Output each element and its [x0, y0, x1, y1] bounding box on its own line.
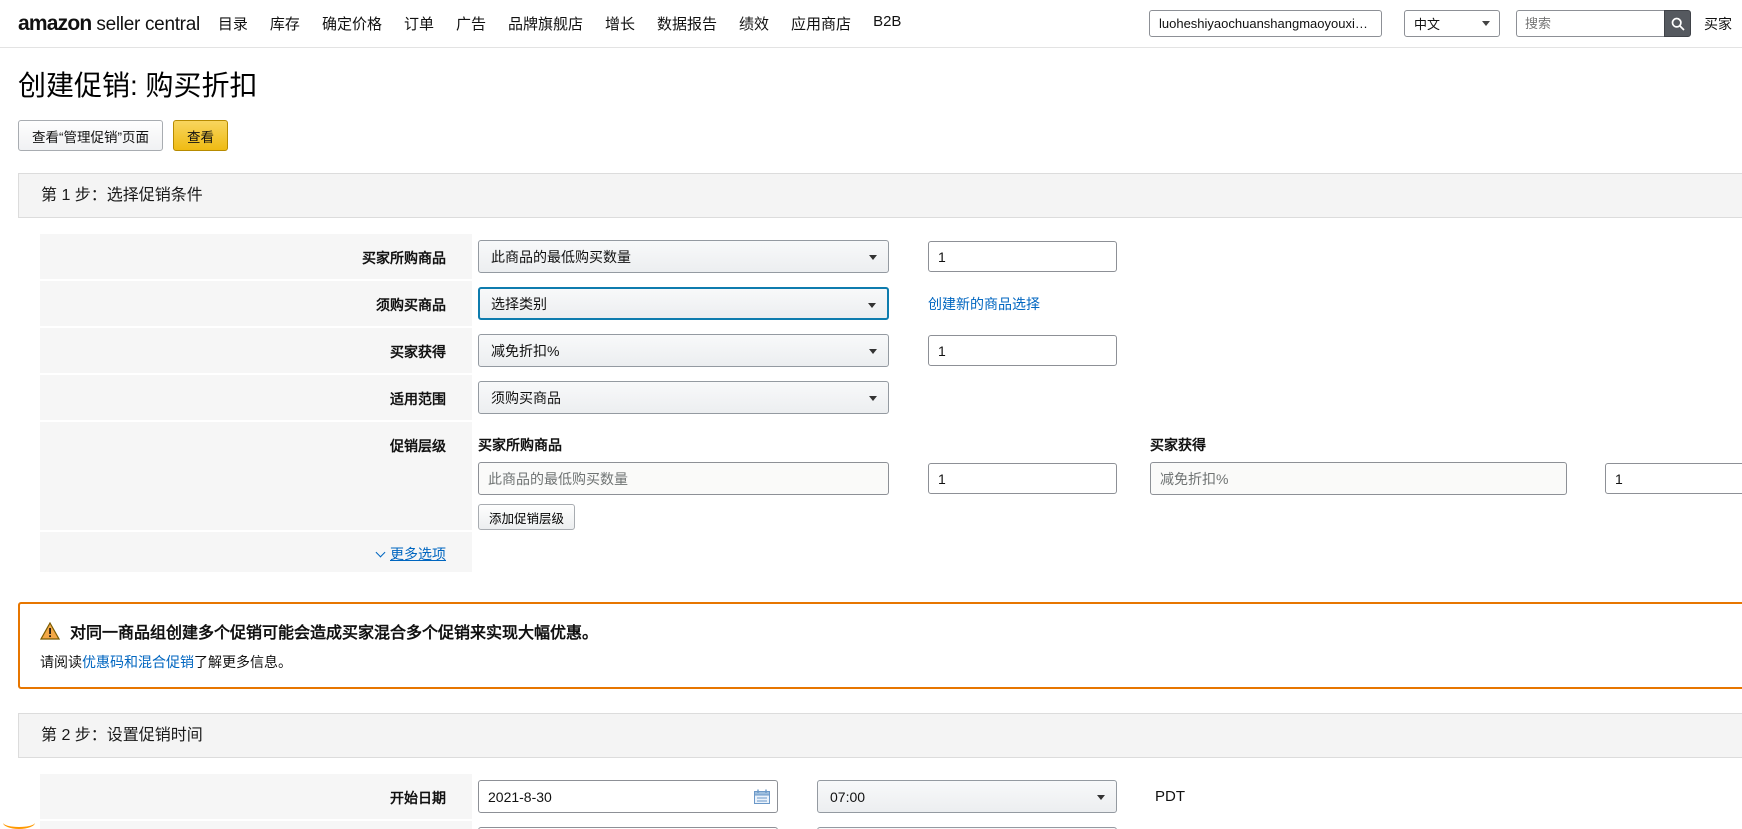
- step1-header: 第 1 步：选择促销条件: [18, 173, 1742, 218]
- purchased-items-label: 须购买商品: [40, 281, 472, 326]
- purchased-items-select[interactable]: 选择类别: [478, 287, 889, 320]
- search-button[interactable]: [1664, 10, 1691, 37]
- buyer-purchases-label: 买家所购商品: [40, 234, 472, 279]
- buyer-gets-label: 买家获得: [40, 328, 472, 373]
- top-nav-right: luoheshiyaochuanshangmaoyouxiang... 中文 买…: [1149, 10, 1732, 37]
- warning-body: 请阅读优惠码和混合促销了解更多信息。: [40, 652, 1726, 672]
- tier-discount-value-input[interactable]: [1605, 463, 1742, 494]
- search-icon: [1671, 17, 1685, 31]
- buyer-gets-select-value: 减免折扣%: [491, 341, 559, 361]
- purchased-items-row: 须购买商品 选择类别 创建新的商品选择: [40, 281, 1742, 326]
- applies-to-label: 适用范围: [40, 375, 472, 420]
- applies-to-row: 适用范围 须购买商品: [40, 375, 1742, 420]
- amazon-logo-text: amazon: [18, 12, 91, 36]
- chevron-down-icon: [376, 548, 386, 558]
- end-date-row: 结束日期: [40, 821, 1742, 829]
- search-box: [1516, 10, 1691, 37]
- nav-item-stores[interactable]: 品牌旗舰店: [508, 13, 583, 34]
- seller-central-logo-text: seller central: [96, 14, 200, 36]
- step1-section: 第 1 步：选择促销条件 买家所购商品 此商品的最低购买数量 须购买商品 选择类…: [18, 173, 1742, 588]
- main-nav: 目录 库存 确定价格 订单 广告 品牌旗舰店 增长 数据报告 绩效 应用商店 B…: [218, 13, 902, 34]
- page-action-buttons: 查看“管理促销”页面 查看: [18, 120, 1742, 151]
- page-title: 创建促销: 购买折扣: [18, 64, 1742, 104]
- nav-item-advertising[interactable]: 广告: [456, 13, 486, 34]
- warning-title: 对同一商品组创建多个促销可能会造成买家混合多个促销来实现大幅优惠。: [70, 619, 598, 643]
- buyer-purchases-qty-input[interactable]: [928, 241, 1117, 272]
- buyer-purchases-select[interactable]: 此商品的最低购买数量: [478, 240, 889, 273]
- nav-item-pricing[interactable]: 确定价格: [322, 13, 382, 34]
- language-select[interactable]: 中文: [1404, 10, 1500, 37]
- edge-partial-text: 买家: [1704, 14, 1732, 34]
- step2-header: 第 2 步：设置促销时间: [18, 713, 1742, 758]
- account-selector[interactable]: luoheshiyaochuanshangmaoyouxiang...: [1149, 10, 1382, 37]
- coupon-stacking-link[interactable]: 优惠码和混合促销: [82, 654, 194, 670]
- top-nav: amazon seller central 目录 库存 确定价格 订单 广告 品…: [0, 0, 1742, 48]
- nav-item-b2b[interactable]: B2B: [873, 13, 901, 34]
- step1-body: 买家所购商品 此商品的最低购买数量 须购买商品 选择类别 创建新的商品: [18, 218, 1742, 588]
- start-time-select[interactable]: 07:00: [817, 780, 1117, 813]
- nav-item-growth[interactable]: 增长: [605, 13, 635, 34]
- multiple-promotions-warning: 对同一商品组创建多个促销可能会造成买家混合多个促销来实现大幅优惠。 请阅读优惠码…: [18, 602, 1742, 689]
- start-time-select-value: 07:00: [830, 789, 865, 805]
- purchased-items-select-value: 选择类别: [491, 294, 547, 314]
- chevron-down-icon: [1482, 21, 1490, 26]
- nav-item-catalog[interactable]: 目录: [218, 13, 248, 34]
- nav-item-performance[interactable]: 绩效: [739, 13, 769, 34]
- amazon-logo[interactable]: amazon seller central: [18, 12, 200, 36]
- nav-item-orders[interactable]: 订单: [404, 13, 434, 34]
- chevron-down-icon: [869, 396, 877, 401]
- language-select-value: 中文: [1414, 14, 1440, 33]
- tier-qty-value-input[interactable]: [928, 463, 1117, 494]
- applies-to-select[interactable]: 须购买商品: [478, 381, 889, 414]
- view-button[interactable]: 查看: [173, 120, 228, 151]
- applies-to-select-value: 须购买商品: [491, 388, 561, 408]
- chevron-down-icon: [1097, 795, 1105, 800]
- add-tier-button[interactable]: 添加促销层级: [478, 504, 575, 530]
- promotion-tier-label: 促销层级: [40, 422, 472, 530]
- start-timezone-label: PDT: [1155, 788, 1185, 805]
- step2-section: 第 2 步：设置促销时间 开始日期: [18, 713, 1742, 829]
- nav-item-reports[interactable]: 数据报告: [657, 13, 717, 34]
- buyer-gets-row: 买家获得 减免折扣%: [40, 328, 1742, 373]
- buyer-gets-amount-input[interactable]: [928, 335, 1117, 366]
- nav-item-appstore[interactable]: 应用商店: [791, 13, 851, 34]
- start-date-input[interactable]: [478, 780, 778, 813]
- chevron-down-icon: [869, 255, 877, 260]
- search-input[interactable]: [1516, 10, 1664, 37]
- more-options-link[interactable]: 更多选项: [377, 544, 446, 564]
- chevron-down-icon: [869, 349, 877, 354]
- nav-item-inventory[interactable]: 库存: [270, 13, 300, 34]
- calendar-icon[interactable]: [754, 789, 770, 804]
- promotion-tier-row: 促销层级 买家所购商品 买家获得 添加促销层级: [40, 422, 1742, 530]
- tier-col2-header: 买家获得: [1150, 435, 1206, 455]
- more-options-row: 更多选项: [40, 532, 1742, 572]
- view-manage-promotions-button[interactable]: 查看“管理促销”页面: [18, 120, 163, 151]
- end-time-select[interactable]: 23:59: [817, 827, 1117, 829]
- tier-col1-header: 买家所购商品: [478, 435, 1150, 455]
- start-date-label: 开始日期: [40, 774, 472, 819]
- buyer-purchases-select-value: 此商品的最低购买数量: [491, 247, 631, 267]
- end-date-input[interactable]: [478, 827, 778, 829]
- chevron-down-icon: [868, 303, 876, 308]
- buyer-purchases-row: 买家所购商品 此商品的最低购买数量: [40, 234, 1742, 279]
- end-date-label: 结束日期: [40, 821, 472, 829]
- main-content: 创建促销: 购买折扣 查看“管理促销”页面 查看 第 1 步：选择促销条件 买家…: [0, 64, 1742, 829]
- buyer-gets-select[interactable]: 减免折扣%: [478, 334, 889, 367]
- start-date-row: 开始日期: [40, 774, 1742, 819]
- tier-qty-criteria-input[interactable]: [478, 462, 889, 495]
- create-product-selection-link[interactable]: 创建新的商品选择: [928, 294, 1040, 314]
- step2-body: 开始日期: [18, 758, 1742, 829]
- tier-discount-criteria-input[interactable]: [1150, 462, 1567, 495]
- warning-icon: [40, 622, 60, 640]
